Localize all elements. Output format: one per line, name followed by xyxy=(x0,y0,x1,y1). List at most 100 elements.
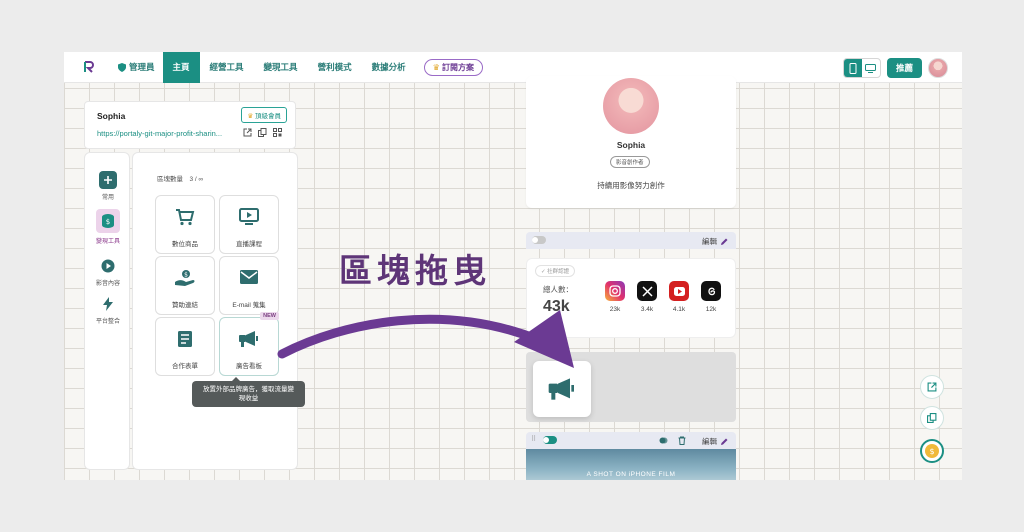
device-toggle xyxy=(842,58,881,78)
block-tile-digital-product[interactable]: 數位商品 xyxy=(155,195,215,254)
megaphone-icon xyxy=(239,331,258,347)
preview-profile-card[interactable]: Sophia 影音創作者 持續用影像努力創作 xyxy=(526,76,736,208)
plus-icon xyxy=(99,171,117,189)
rail-label: 平台整合 xyxy=(95,319,120,325)
block-tile-form[interactable]: 合作表單 xyxy=(155,317,215,376)
tile-label: 廣告看板 xyxy=(236,363,262,370)
preview-video-block[interactable]: A SHOT ON iPHONE FILM xyxy=(526,449,736,480)
desktop-view-button[interactable] xyxy=(862,59,880,77)
drag-handle-icon[interactable]: ⠿ xyxy=(531,435,536,443)
edit-button[interactable]: 編輯 xyxy=(702,236,728,247)
social-block-toolbar: 編輯 xyxy=(526,232,736,249)
pencil-icon xyxy=(721,238,728,245)
block-count: 區塊數量 3 / ∞ xyxy=(157,176,204,183)
form-icon xyxy=(178,331,192,347)
nav-tab-home[interactable]: 主頁 xyxy=(162,52,200,83)
instagram-icon xyxy=(605,281,625,301)
tile-label: 數位商品 xyxy=(172,241,198,248)
subscription-plan-button[interactable]: ♛ 訂閱方案 xyxy=(423,58,483,76)
copy-icon[interactable] xyxy=(258,128,267,137)
editor-canvas: 管理員 主頁 經營工具 變現工具 營利模式 數據分析 ♛ 訂閱方案 推薦 Sop… xyxy=(64,52,962,480)
edit-label: 編輯 xyxy=(702,437,717,446)
social-x[interactable]: 3.4k xyxy=(636,281,658,313)
phone-icon xyxy=(849,62,857,74)
cart-icon xyxy=(176,209,195,226)
block-tile-ad-board[interactable]: NEW 廣告看板 xyxy=(219,312,279,376)
megaphone-icon xyxy=(548,378,574,400)
social-youtube[interactable]: 4.1k xyxy=(668,281,690,313)
live-icon xyxy=(239,208,259,225)
rail-label: 常用 xyxy=(101,195,114,201)
admin-menu[interactable]: 管理員 xyxy=(108,52,163,83)
money-icon: $ xyxy=(96,209,120,233)
nav-tab-operation-tools[interactable]: 經營工具 xyxy=(200,52,254,83)
nav-tab-monetize-tools[interactable]: 變現工具 xyxy=(254,52,308,83)
social-count: 3.4k xyxy=(640,306,654,313)
copy-icon xyxy=(927,413,937,423)
preview-name: Sophia xyxy=(616,140,646,150)
drag-arrow-icon xyxy=(277,310,574,368)
preview-role-badge: 影音創作者 xyxy=(610,156,650,168)
publish-button[interactable]: 推薦 xyxy=(886,58,922,78)
tile-label: 合作表單 xyxy=(172,363,198,370)
member-badge-label: 頂級會員 xyxy=(255,113,281,120)
tile-label: 直播課程 xyxy=(236,241,262,248)
social-count: 23k xyxy=(609,306,621,313)
nav-tab-analytics[interactable]: 數據分析 xyxy=(362,52,416,83)
mobile-view-button[interactable] xyxy=(843,59,862,77)
rail-label: 變現工具 xyxy=(95,239,120,245)
external-link-icon[interactable] xyxy=(243,128,252,137)
external-link-icon xyxy=(927,382,937,392)
crown-icon: ♛ xyxy=(247,113,254,120)
verify-label: 社群認證 xyxy=(547,269,570,275)
plan-label: 訂閱方案 xyxy=(442,62,474,72)
rail-item-integration[interactable]: 平台整合 xyxy=(85,295,131,325)
rail-label: 影音內容 xyxy=(95,281,120,287)
video-caption: A SHOT ON iPHONE FILM xyxy=(586,471,676,478)
member-badge: ♛ 頂級會員 xyxy=(241,107,287,123)
visibility-toggle[interactable] xyxy=(543,436,557,444)
block-tile-sponsor[interactable]: $ 贊助連結 xyxy=(155,256,215,315)
rail-item-media[interactable]: 影音內容 xyxy=(85,257,131,287)
rail-item-monetize[interactable]: $ 變現工具 xyxy=(85,209,131,245)
edit-button[interactable]: 編輯 xyxy=(702,436,728,447)
tile-label: 贊助連結 xyxy=(172,302,198,309)
tile-label: E-mail 蒐集 xyxy=(232,302,266,309)
block-tile-live-course[interactable]: 直播課程 xyxy=(219,195,279,254)
portaly-logo-icon[interactable] xyxy=(82,60,96,74)
profile-card: Sophia ♛ 頂級會員 https://portaly-git-major-… xyxy=(84,101,296,149)
trash-icon[interactable] xyxy=(678,436,686,445)
profile-url-actions xyxy=(243,128,282,137)
donate-icon: $ xyxy=(175,270,195,286)
admin-label: 管理員 xyxy=(129,61,155,72)
edit-label: 編輯 xyxy=(702,237,717,246)
visibility-toggle[interactable] xyxy=(532,236,546,244)
duplicate-icon[interactable] xyxy=(659,436,668,445)
drag-headline: 區塊拖曳 xyxy=(339,251,491,290)
play-icon xyxy=(99,257,117,275)
social-instagram[interactable]: 23k xyxy=(604,281,626,313)
profile-url[interactable]: https://portaly-git-major-profit-sharin.… xyxy=(97,129,237,138)
video-block-toolbar: ⠿ 編輯 xyxy=(526,432,736,449)
threads-icon xyxy=(701,281,721,301)
coin-button[interactable]: $ xyxy=(920,439,944,463)
mail-icon xyxy=(240,270,258,284)
profile-name: Sophia xyxy=(97,111,126,121)
social-threads[interactable]: 12k xyxy=(700,281,722,313)
preview-avatar xyxy=(603,78,659,134)
open-preview-button[interactable] xyxy=(920,375,944,399)
copy-link-button[interactable] xyxy=(920,406,944,430)
svg-text:$: $ xyxy=(929,447,934,456)
user-avatar[interactable] xyxy=(928,58,948,78)
crown-icon: ♛ xyxy=(432,62,440,72)
qrcode-icon[interactable] xyxy=(273,128,282,137)
block-tile-email[interactable]: E-mail 蒐集 xyxy=(219,256,279,315)
coin-icon: $ xyxy=(925,444,939,458)
rail-item-common[interactable]: 常用 xyxy=(85,171,131,201)
verify-badge: ✓ 社群認證 xyxy=(535,265,576,277)
top-navigation: 管理員 主頁 經營工具 變現工具 營利模式 數據分析 ♛ 訂閱方案 推薦 xyxy=(64,52,962,83)
category-rail: 常用 $ 變現工具 影音內容 平台整合 xyxy=(84,152,130,470)
social-count: 4.1k xyxy=(672,306,686,313)
nav-tab-profit-model[interactable]: 營利模式 xyxy=(308,52,362,83)
youtube-icon xyxy=(669,281,689,301)
